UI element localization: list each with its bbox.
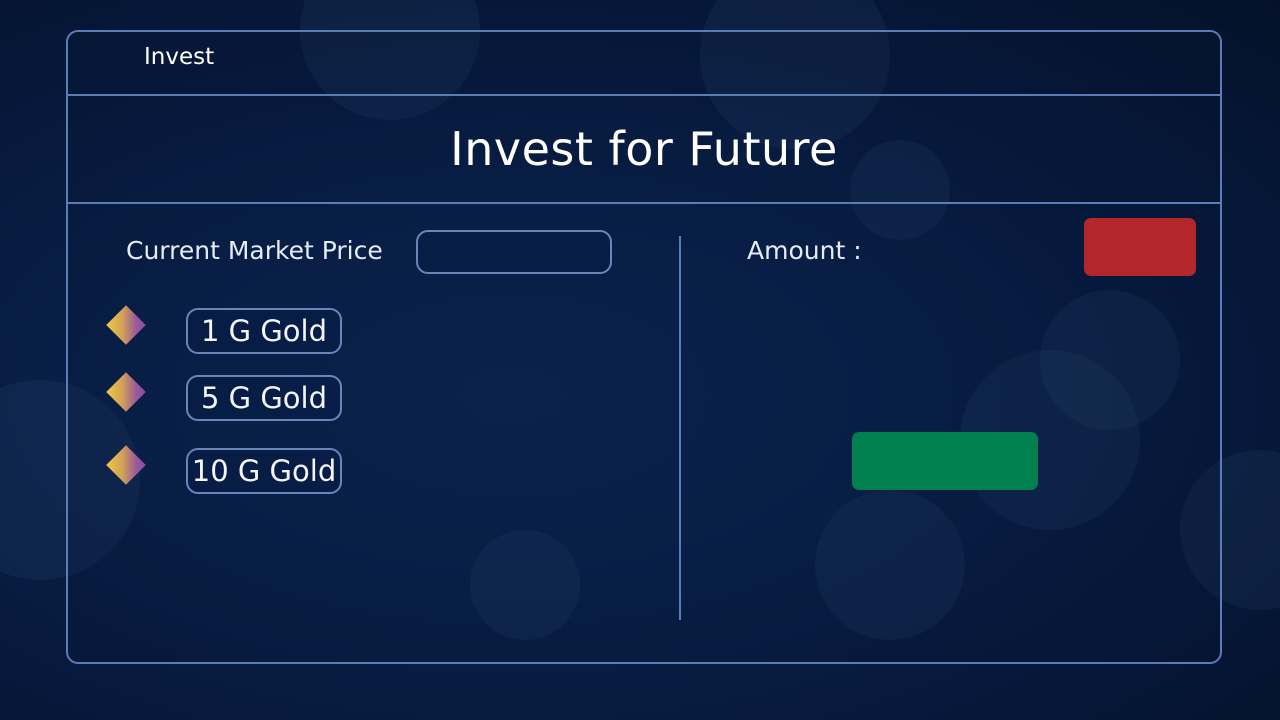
invest-window: Invest Invest for Future Current Market … — [66, 30, 1222, 664]
diamond-icon — [106, 305, 146, 345]
diamond-icon — [106, 445, 146, 485]
diamond-icon — [106, 372, 146, 412]
vertical-divider — [679, 236, 681, 620]
market-price-label: Current Market Price — [126, 236, 383, 265]
green-action-button[interactable] — [852, 432, 1038, 490]
red-action-button[interactable] — [1084, 218, 1196, 276]
option-10g-gold-button[interactable]: 10 G Gold — [186, 448, 342, 494]
title-bar: Invest — [68, 32, 1220, 96]
option-5g-gold-button[interactable]: 5 G Gold — [186, 375, 342, 421]
page-header: Invest for Future — [68, 96, 1220, 204]
option-1g-gold-button[interactable]: 1 G Gold — [186, 308, 342, 354]
market-price-field[interactable] — [416, 230, 612, 274]
page-title: Invest for Future — [450, 122, 838, 176]
amount-label: Amount : — [747, 236, 862, 265]
app-title: Invest — [144, 44, 215, 70]
